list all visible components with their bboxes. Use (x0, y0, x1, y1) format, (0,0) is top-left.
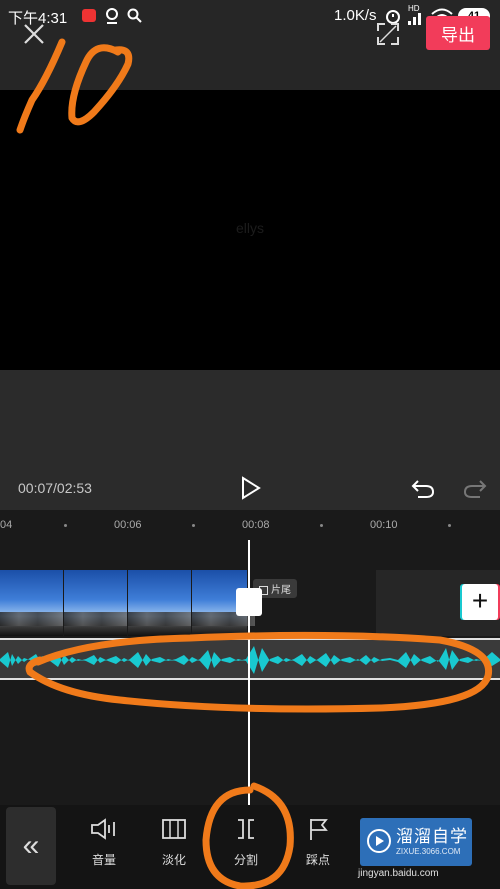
playback-controls: 00:07/02:53 (0, 370, 500, 510)
playhead[interactable] (248, 540, 250, 805)
volume-icon (91, 818, 115, 840)
hd-label: HD (408, 4, 420, 13)
tool-label: 淡化 (161, 853, 186, 867)
export-button[interactable]: 导出 (426, 16, 490, 50)
watermark-title: 溜溜自学 (396, 827, 468, 846)
close-icon[interactable] (22, 22, 46, 46)
play-logo-icon (367, 829, 391, 853)
tick-dot (64, 524, 67, 527)
split-icon (238, 819, 254, 839)
back-button[interactable]: « (6, 807, 56, 885)
status-bar: 下午4:31 1.0K/s HD 41 (0, 0, 500, 32)
audio-track[interactable] (0, 638, 500, 680)
flag-icon (310, 819, 328, 840)
tool-volume[interactable]: 音量 (74, 817, 134, 868)
tick-dot (192, 524, 195, 527)
top-bar: 导出 (0, 16, 500, 90)
time-ruler: 04 00:06 00:08 00:10 (0, 510, 500, 540)
add-clip-button[interactable]: + (462, 584, 498, 620)
redo-icon[interactable] (462, 476, 488, 500)
tick-label: 04 (0, 519, 13, 531)
audio-waveform (0, 646, 500, 674)
fullscreen-icon[interactable] (376, 22, 400, 46)
signal-icon (408, 13, 421, 25)
tick-label: 00:08 (242, 519, 270, 531)
network-speed: 1.0K/s (334, 7, 377, 24)
playhead-handle[interactable] (236, 588, 262, 616)
tick-label: 00:06 (114, 519, 142, 531)
video-clip-thumbnail[interactable] (0, 570, 63, 636)
preview-watermark: ellys (235, 220, 264, 236)
play-icon[interactable] (240, 476, 262, 500)
tick-dot (320, 524, 323, 527)
tool-label: 音量 (91, 853, 116, 867)
fade-icon (162, 819, 186, 839)
tick-dot (448, 524, 451, 527)
video-clip-thumbnail[interactable] (128, 570, 191, 636)
jingyan-watermark: jingyan.baidu.com (358, 868, 439, 879)
ending-clip-text: 片尾 (271, 585, 291, 596)
search-icon (127, 8, 142, 23)
weibo-icon (82, 9, 96, 22)
tool-fade[interactable]: 淡化 (144, 817, 204, 868)
time-display: 00:07/02:53 (18, 480, 92, 496)
video-clip-thumbnail[interactable] (64, 570, 127, 636)
watermark-subtitle: ZIXUE.3066.COM (396, 847, 461, 856)
location-icon (106, 8, 118, 24)
tick-label: 00:10 (370, 519, 398, 531)
tool-label: 分割 (233, 853, 258, 867)
site-watermark: 溜溜自学 ZIXUE.3066.COM (360, 818, 472, 866)
tool-split[interactable]: 分割 (216, 817, 276, 868)
tool-beat[interactable]: 踩点 (288, 817, 348, 868)
tool-label: 踩点 (305, 853, 330, 867)
undo-icon[interactable] (410, 476, 436, 500)
timeline[interactable]: 片尾 + (0, 540, 500, 805)
